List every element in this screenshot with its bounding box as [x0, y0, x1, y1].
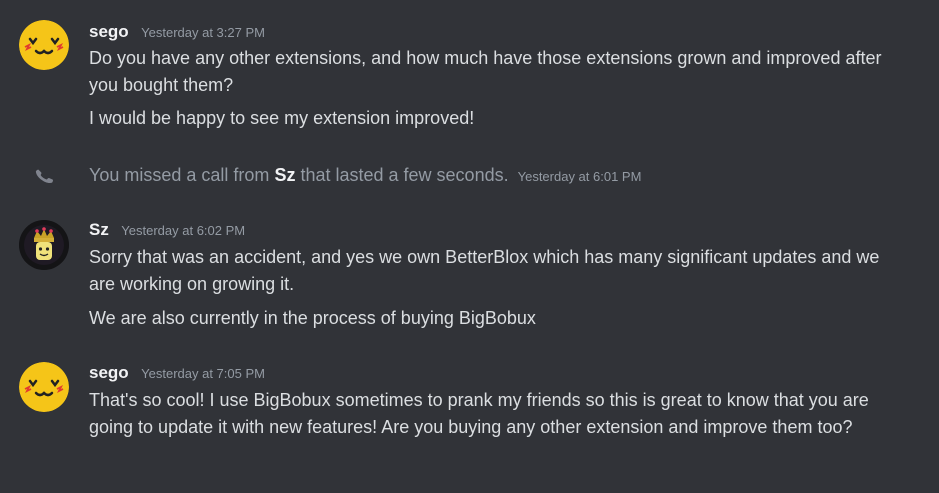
message-text: I would be happy to see my extension imp… [89, 108, 475, 128]
timestamp[interactable]: Yesterday at 3:27 PM [141, 25, 265, 40]
message-text: Sorry that was an accident, and yes we o… [89, 247, 880, 294]
chat-log: sego Yesterday at 3:27 PM Do you have an… [0, 0, 939, 493]
timestamp[interactable]: Yesterday at 6:01 PM [518, 169, 642, 184]
message-header: Sz Yesterday at 6:02 PM [89, 220, 245, 240]
message-text: Do you have any other extensions, and ho… [89, 48, 882, 95]
missed-call-suffix: that lasted a few seconds. [300, 165, 509, 185]
timestamp[interactable]: Yesterday at 7:05 PM [141, 366, 265, 381]
missed-call-notice: You missed a call from Sz that lasted a … [0, 161, 939, 191]
phone-missed-icon [35, 169, 53, 184]
sego-face-avatar-icon [19, 362, 69, 412]
user-avatar[interactable] [19, 362, 69, 412]
message-header: sego Yesterday at 3:27 PM [89, 22, 265, 42]
user-avatar[interactable] [19, 220, 69, 270]
message-text: We are also currently in the process of … [89, 308, 536, 328]
message-text: That's so cool! I use BigBobux sometimes… [89, 390, 869, 437]
missed-call-prefix: You missed a call from [89, 165, 270, 185]
username[interactable]: Sz [89, 220, 109, 239]
username[interactable]: sego [89, 22, 129, 41]
missed-call-text: You missed a call from Sz that lasted a … [89, 163, 641, 189]
sego-face-avatar-icon [19, 20, 69, 70]
timestamp[interactable]: Yesterday at 6:02 PM [121, 223, 245, 238]
caller-name[interactable]: Sz [274, 165, 295, 185]
crowned-figure-avatar-icon [19, 220, 69, 270]
username[interactable]: sego [89, 363, 129, 382]
user-avatar[interactable] [19, 20, 69, 70]
message-header: sego Yesterday at 7:05 PM [89, 363, 265, 383]
